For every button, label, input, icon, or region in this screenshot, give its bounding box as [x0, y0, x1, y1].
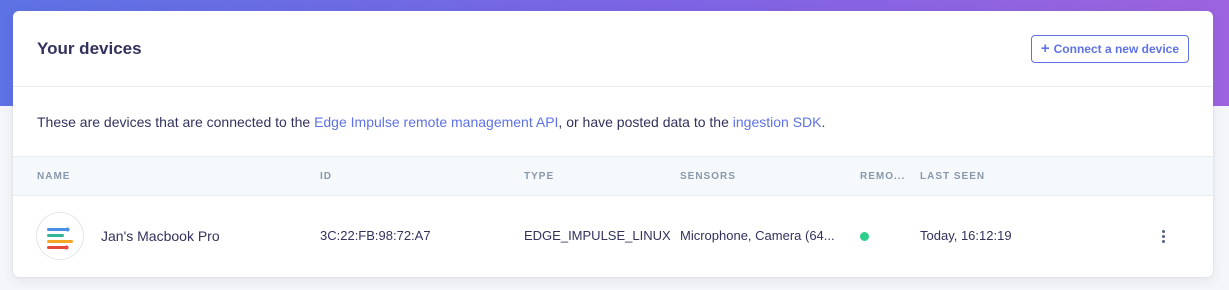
- device-sensors: Microphone, Camera (64...: [680, 228, 835, 243]
- column-header-name[interactable]: NAME: [37, 157, 70, 197]
- devices-card: Your devices + Connect a new device Thes…: [13, 11, 1213, 277]
- remote-status-dot: [860, 232, 869, 241]
- connect-new-device-label: Connect a new device: [1053, 41, 1179, 56]
- devices-table-header: NAME ID TYPE SENSORS REMO... LAST SEEN: [13, 156, 1213, 196]
- table-row[interactable]: Jan's Macbook Pro 3C:22:FB:98:72:A7 EDGE…: [13, 196, 1213, 276]
- connect-new-device-button[interactable]: + Connect a new device: [1030, 34, 1189, 63]
- description-text-end: .: [821, 113, 826, 130]
- devices-description: These are devices that are connected to …: [13, 87, 1213, 156]
- device-type: EDGE_IMPULSE_LINUX: [524, 228, 671, 243]
- column-header-id[interactable]: ID: [320, 157, 332, 197]
- remote-management-api-link[interactable]: Edge Impulse remote management API: [314, 114, 558, 130]
- description-text-middle: , or have posted data to the: [558, 113, 733, 130]
- column-header-type[interactable]: TYPE: [524, 157, 554, 197]
- device-name[interactable]: Jan's Macbook Pro: [101, 196, 220, 276]
- column-header-last-seen[interactable]: LAST SEEN: [920, 157, 985, 197]
- card-header: Your devices + Connect a new device: [13, 11, 1213, 87]
- page-title: Your devices: [37, 38, 142, 58]
- column-header-remote-mgmt[interactable]: REMO...: [860, 157, 905, 197]
- more-vertical-icon[interactable]: [1153, 224, 1173, 248]
- device-last-seen: Today, 16:12:19: [920, 228, 1012, 243]
- plus-icon: +: [1040, 40, 1050, 57]
- edge-impulse-logo-icon: [36, 212, 84, 260]
- column-header-sensors[interactable]: SENSORS: [680, 157, 736, 197]
- device-id: 3C:22:FB:98:72:A7: [320, 228, 431, 243]
- ingestion-sdk-link[interactable]: ingestion SDK: [733, 114, 822, 130]
- description-text-start: These are devices that are connected to …: [37, 113, 315, 130]
